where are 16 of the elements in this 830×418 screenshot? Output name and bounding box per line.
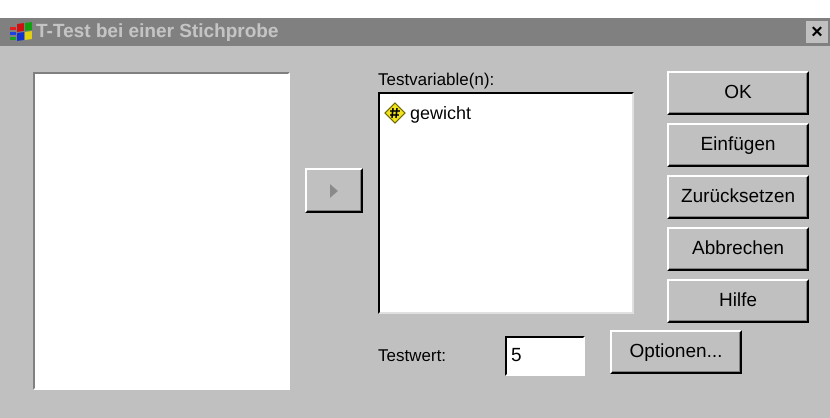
close-button[interactable]: × [806, 21, 828, 43]
app-logo-icon [10, 22, 32, 42]
test-variables-label: Testvariable(n): [378, 70, 496, 91]
window-title: T-Test bei einer Stichprobe [36, 21, 280, 43]
dialog-button[interactable]: Zurücksetzen [667, 175, 809, 219]
test-value-field[interactable]: 5 [505, 336, 585, 376]
dialog-button[interactable]: OK [667, 71, 809, 115]
list-item[interactable]: gewicht [380, 94, 632, 132]
dialog-button[interactable]: Einfügen [667, 123, 809, 167]
numeric-variable-icon [384, 102, 406, 124]
options-button[interactable]: Optionen... [610, 330, 742, 374]
dialog-button[interactable]: Abbrechen [667, 227, 809, 271]
test-value-label: Testwert: [378, 346, 448, 366]
arrow-right-icon [329, 182, 339, 198]
test-variables-list[interactable]: gewicht [378, 92, 634, 314]
dialog-button[interactable]: Hilfe [667, 279, 809, 323]
